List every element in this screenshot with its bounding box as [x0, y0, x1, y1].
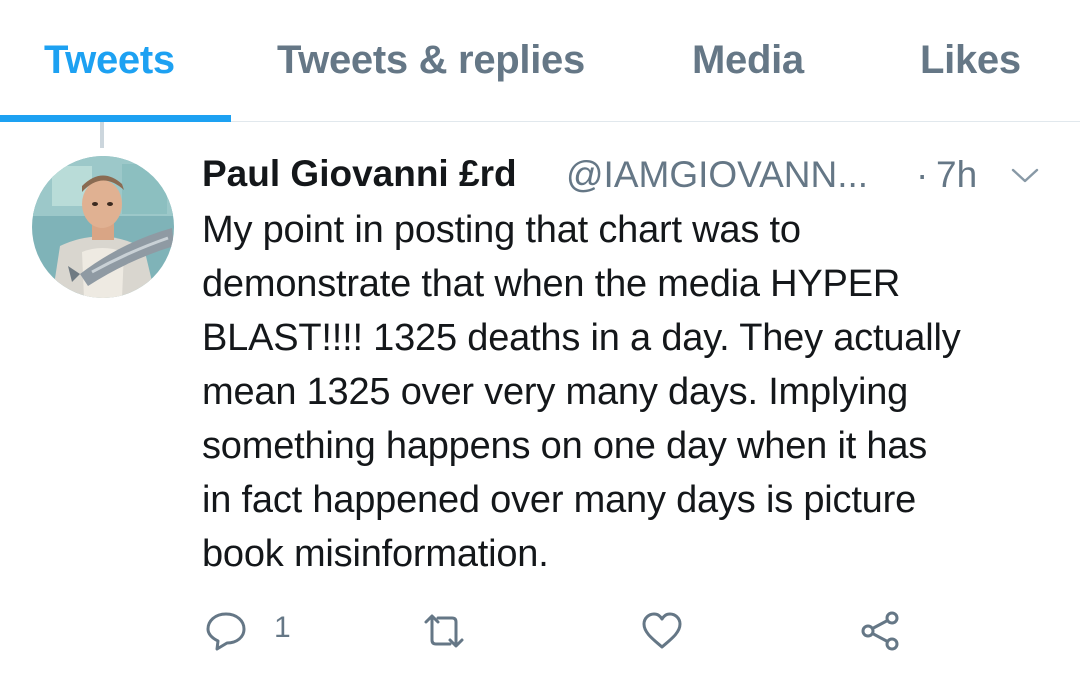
header-separator: ·: [916, 154, 929, 195]
tab-media[interactable]: Media: [692, 38, 804, 83]
reply-count: 1: [274, 611, 291, 644]
display-name[interactable]: Paul Giovanni £rd: [202, 153, 517, 195]
share-icon: [858, 610, 904, 652]
tab-tweets[interactable]: Tweets: [44, 38, 175, 83]
avatar[interactable]: [32, 156, 174, 298]
thread-connector: [100, 122, 104, 148]
like-button[interactable]: [640, 610, 684, 650]
reply-bubble-icon: [204, 610, 248, 652]
tweet-timestamp[interactable]: 7h: [936, 154, 977, 196]
retweet-icon: [418, 610, 470, 652]
tweet-header: Paul Giovanni £rd @IAMGIOVANN... · 7h: [202, 153, 1062, 199]
chevron-down-icon[interactable]: [1008, 159, 1042, 193]
user-handle[interactable]: @IAMGIOVANN...: [566, 154, 868, 196]
tab-tweets-and-replies[interactable]: Tweets & replies: [277, 38, 585, 83]
tweet-text: My point in posting that chart was to de…: [202, 209, 961, 575]
heart-icon: [640, 610, 684, 652]
tab-likes[interactable]: Likes: [920, 38, 1021, 83]
reply-button[interactable]: [204, 610, 248, 652]
retweet-button[interactable]: [418, 610, 470, 650]
active-tab-indicator: [0, 115, 231, 122]
share-button[interactable]: [858, 610, 904, 652]
profile-tabs: Tweets Tweets & replies Media Likes: [0, 0, 1080, 122]
